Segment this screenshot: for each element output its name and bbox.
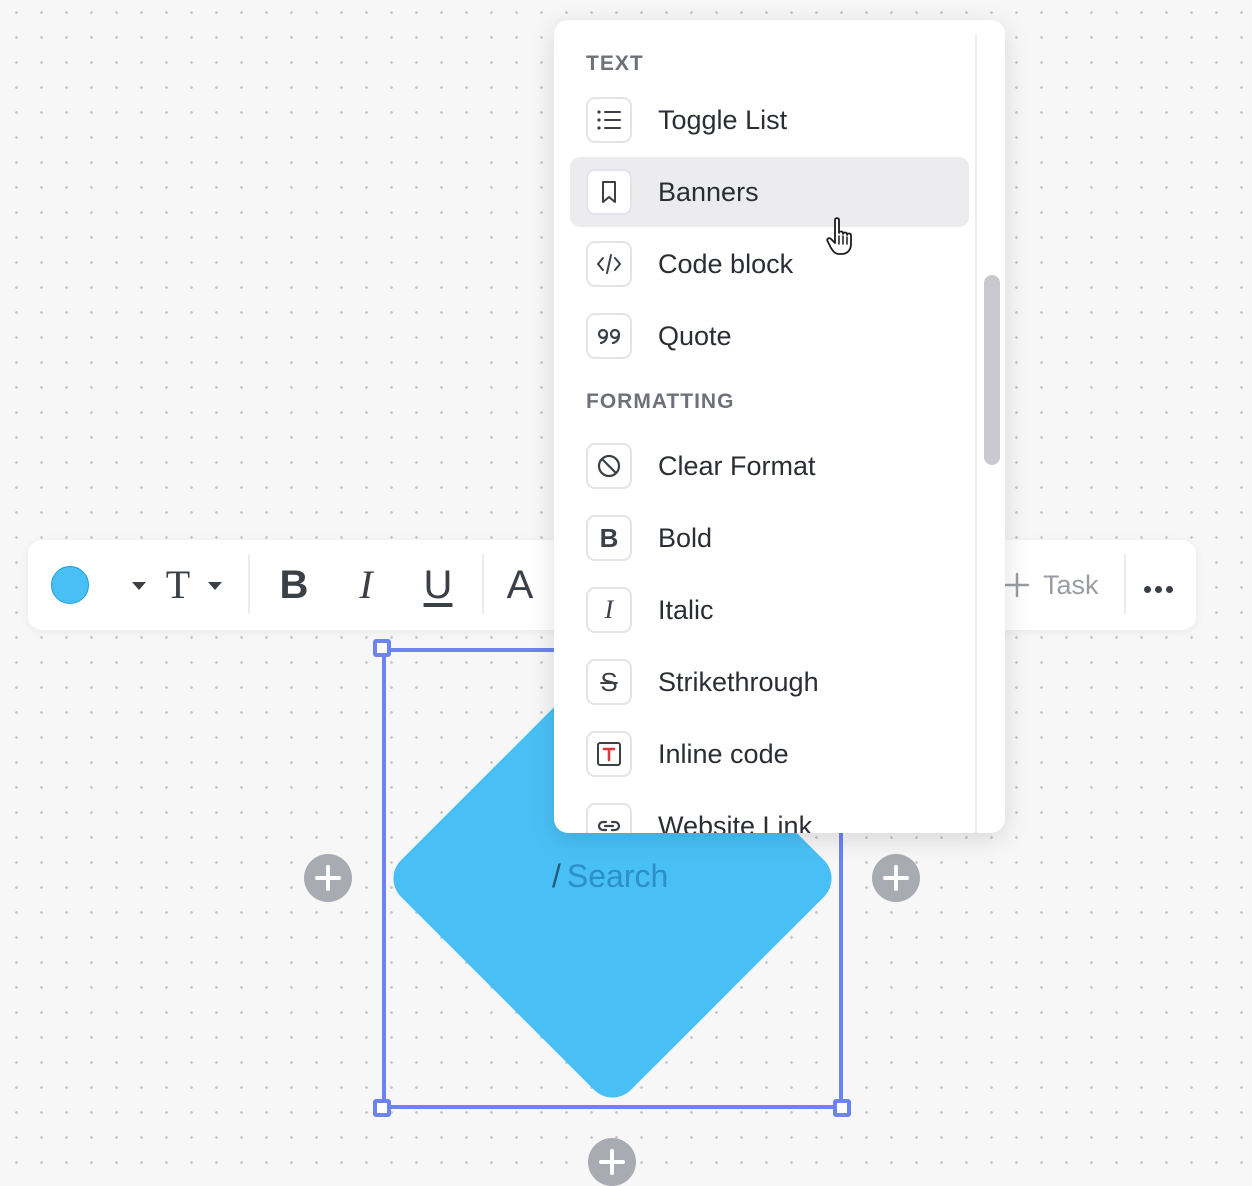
underline-button[interactable]: U	[416, 560, 460, 610]
clear-format-icon	[586, 443, 632, 489]
menu-item-quote[interactable]: Quote	[570, 301, 969, 371]
section-header-formatting: FORMATTING	[586, 390, 735, 413]
section-header-text: TEXT	[586, 52, 644, 75]
slash-command-prefix: /	[552, 858, 561, 894]
add-connection-right-button[interactable]	[872, 854, 920, 902]
add-connection-bottom-button[interactable]	[588, 1138, 636, 1186]
add-connection-left-button[interactable]	[304, 854, 352, 902]
menu-item-toggle-list[interactable]: Toggle List	[570, 85, 969, 155]
resize-handle-top-left[interactable]	[373, 639, 391, 657]
toolbar-divider	[1124, 554, 1126, 614]
menu-item-strikethrough[interactable]: S Strikethrough	[570, 647, 969, 717]
plus-icon	[883, 865, 909, 891]
menu-item-label: Clear Format	[658, 451, 816, 481]
italic-button[interactable]: I	[344, 560, 388, 610]
menu-item-label: Quote	[658, 321, 732, 351]
menu-item-label: Banners	[658, 177, 759, 207]
bold-button[interactable]: B	[272, 560, 316, 610]
chevron-down-icon[interactable]	[132, 582, 146, 590]
chevron-down-icon[interactable]	[208, 582, 222, 590]
menu-item-label: Website Link	[658, 811, 813, 833]
menu-item-label: Inline code	[658, 739, 789, 769]
plus-icon	[599, 1149, 625, 1175]
inline-code-icon	[586, 731, 632, 777]
plus-icon	[315, 865, 341, 891]
quote-icon	[586, 313, 632, 359]
menu-item-website-link[interactable]: Website Link	[570, 791, 969, 833]
menu-item-code-block[interactable]: Code block	[570, 229, 969, 299]
resize-handle-bottom-left[interactable]	[373, 1099, 391, 1117]
shape-text-input[interactable]: / Search	[552, 858, 668, 895]
toolbar-divider	[482, 554, 484, 614]
add-task-button[interactable]: Task	[1043, 560, 1099, 610]
fill-color-swatch[interactable]	[51, 566, 89, 604]
resize-handle-bottom-right[interactable]	[833, 1099, 851, 1117]
bookmark-icon	[586, 169, 632, 215]
more-options-icon[interactable]	[1144, 580, 1177, 598]
list-icon	[586, 97, 632, 143]
bold-icon: B	[586, 515, 632, 561]
menu-item-label: Toggle List	[658, 105, 788, 135]
menu-item-banners[interactable]: Banners	[570, 157, 969, 227]
menu-scrollbar-track	[975, 34, 977, 833]
menu-item-inline-code[interactable]: Inline code	[570, 719, 969, 789]
strikethrough-icon: S	[586, 659, 632, 705]
menu-item-italic[interactable]: I Italic	[570, 575, 969, 645]
menu-item-label: Strikethrough	[658, 667, 819, 697]
text-style-button[interactable]: T	[156, 560, 200, 610]
menu-item-clear-format[interactable]: Clear Format	[570, 431, 969, 501]
menu-scrollbar-thumb[interactable]	[984, 275, 1000, 465]
search-placeholder: Search	[566, 858, 669, 894]
italic-icon: I	[586, 587, 632, 633]
font-color-button[interactable]: A	[500, 560, 540, 610]
plus-icon[interactable]	[1004, 572, 1030, 598]
link-icon	[586, 803, 632, 833]
menu-item-bold[interactable]: B Bold	[570, 503, 969, 573]
toolbar-divider	[248, 554, 250, 614]
pointer-hand-icon	[826, 217, 852, 255]
menu-item-label: Code block	[658, 249, 794, 279]
code-icon	[586, 241, 632, 287]
menu-item-label: Bold	[658, 523, 713, 553]
menu-item-label: Italic	[658, 595, 714, 625]
slash-command-menu: TEXT Toggle List Banners Code block Quot…	[554, 20, 1005, 833]
